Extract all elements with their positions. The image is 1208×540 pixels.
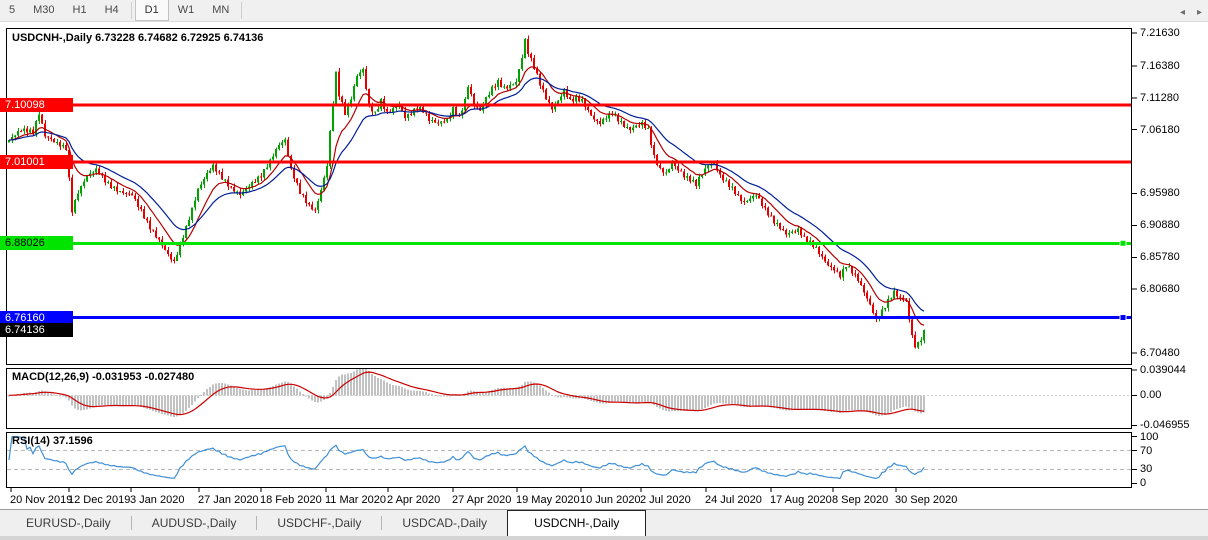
rsi-tick-label: 30 xyxy=(1140,463,1152,475)
chart-tab-usdcnh[interactable]: USDCNH-,Daily xyxy=(507,510,646,537)
chart-tab-usdcad[interactable]: USDCAD-,Daily xyxy=(382,511,507,536)
price-badge-current-price: 6.74136 xyxy=(0,323,73,337)
date-tick-label: 20 Nov 2019 xyxy=(10,494,72,506)
rsi-tick-label: 70 xyxy=(1140,445,1152,457)
date-tick-label: 24 Jul 2020 xyxy=(705,494,762,506)
macd-indicator-label: MACD(12,26,9) -0.031953 -0.027480 xyxy=(12,371,194,383)
date-tick-label: 17 Aug 2020 xyxy=(770,494,832,506)
chart-tab-eurusd[interactable]: EURUSD-,Daily xyxy=(6,511,131,536)
timeframe-button-5[interactable]: 5 xyxy=(0,0,24,21)
price-tick-label: 6.85780 xyxy=(1140,251,1180,263)
price-badge-resistance-2: 7.01001 xyxy=(0,155,73,169)
rsi-indicator-label: RSI(14) 37.1596 xyxy=(12,435,93,447)
price-tick-label: 6.90880 xyxy=(1140,219,1180,231)
macd-tick-label: 0.039044 xyxy=(1140,364,1186,376)
date-tick-label: 2 Jul 2020 xyxy=(640,494,691,506)
timeframe-toolbar: 5M30H1H4 D1W1MN xyxy=(0,0,1208,22)
toolbar-separator xyxy=(241,2,242,19)
date-tick-label: 19 May 2020 xyxy=(516,494,580,506)
price-tick-label: 6.80680 xyxy=(1140,283,1180,295)
price-tick-label: 7.06180 xyxy=(1140,124,1180,136)
timeframe-button-h1[interactable]: H1 xyxy=(64,0,96,21)
price-tick-label: 6.95980 xyxy=(1140,187,1180,199)
terminal-window: 5M30H1H4 D1W1MN USDCNH-,Daily 6.73228 6.7… xyxy=(0,0,1208,540)
chart-tab-audusd[interactable]: AUDUSD-,Daily xyxy=(132,511,257,536)
price-badge-resistance-1: 7.10098 xyxy=(0,98,73,112)
timeframe-button-mn[interactable]: MN xyxy=(203,0,238,21)
price-tick-label: 7.21630 xyxy=(1140,27,1180,39)
status-strip xyxy=(0,536,1208,540)
date-tick-label: 18 Feb 2020 xyxy=(260,494,322,506)
chart-tabbar: EURUSD-,DailyAUDUSD-,DailyUSDCHF-,DailyU… xyxy=(0,509,1208,536)
date-tick-label: 3 Jan 2020 xyxy=(130,494,184,506)
chart-tab-usdchf[interactable]: USDCHF-,Daily xyxy=(257,511,381,536)
timeframe-button-d1[interactable]: D1 xyxy=(135,0,169,21)
price-tick-label: 7.11280 xyxy=(1140,92,1179,104)
date-tick-label: 2 Apr 2020 xyxy=(387,494,440,506)
tab-scroll-left-icon[interactable]: ◂ xyxy=(1180,7,1185,18)
timeframe-button-m30[interactable]: M30 xyxy=(24,0,63,21)
date-tick-label: 27 Apr 2020 xyxy=(452,494,511,506)
date-tick-label: 27 Jan 2020 xyxy=(198,494,259,506)
date-tick-label: 30 Sep 2020 xyxy=(895,494,957,506)
chart-title: USDCNH-,Daily 6.73228 6.74682 6.72925 6.… xyxy=(12,32,263,44)
date-tick-label: 11 Mar 2020 xyxy=(325,494,386,506)
rsi-panel[interactable] xyxy=(6,432,1132,488)
date-tick-label: 12 Dec 2019 xyxy=(68,494,130,506)
timeframe-button-w1[interactable]: W1 xyxy=(169,0,204,21)
rsi-tick-label: 0 xyxy=(1140,477,1146,489)
rsi-tick-label: 100 xyxy=(1140,431,1158,443)
price-tick-label: 7.16380 xyxy=(1140,60,1180,72)
price-badge-support-green: 6.88026 xyxy=(0,236,73,250)
timeframe-button-h4[interactable]: H4 xyxy=(96,0,128,21)
price-tick-label: 6.70480 xyxy=(1140,347,1180,359)
macd-tick-label: -0.046955 xyxy=(1140,419,1190,431)
toolbar-separator xyxy=(131,2,132,19)
macd-tick-label: 0.00 xyxy=(1140,389,1161,401)
date-tick-label: 10 Jun 2020 xyxy=(580,494,641,506)
main-chart-panel[interactable] xyxy=(6,28,1132,365)
tab-scroll-right-icon[interactable]: ▸ xyxy=(1197,7,1202,18)
date-tick-label: 8 Sep 2020 xyxy=(832,494,888,506)
